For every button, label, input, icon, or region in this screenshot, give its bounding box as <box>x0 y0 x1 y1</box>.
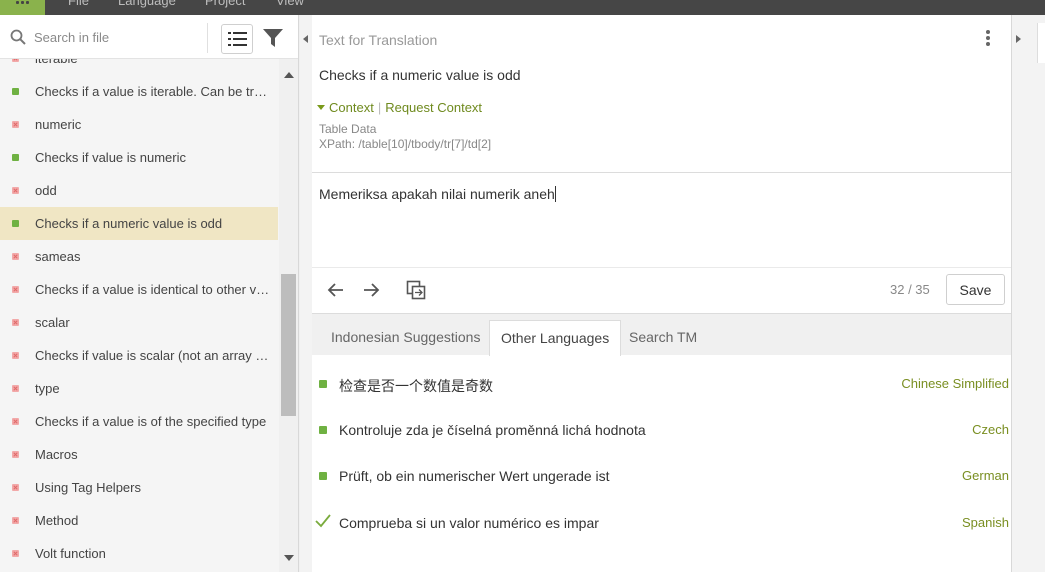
context-type: Table Data <box>319 122 377 136</box>
untranslated-icon <box>12 550 19 557</box>
translation-input[interactable]: Memeriksa apakah nilai numerik aneh <box>319 186 556 202</box>
untranslated-icon <box>12 418 19 425</box>
string-counter: 32 / 35 <box>890 282 930 297</box>
caret-right-icon <box>1016 35 1021 43</box>
context-toggle[interactable]: Context <box>329 100 374 115</box>
untranslated-icon <box>12 484 19 491</box>
untranslated-icon <box>12 385 19 392</box>
context-details: Table Data XPath: /table[10]/tbody/tr[7]… <box>319 122 491 152</box>
untranslated-icon <box>12 121 19 128</box>
list-item[interactable]: iterable <box>0 59 278 75</box>
arrow-left-icon[interactable] <box>326 280 346 300</box>
suggestion-item[interactable]: 检查是否一个数值是奇数 Chinese Simplified <box>312 363 1011 409</box>
grid-icon <box>15 0 29 5</box>
search-input[interactable] <box>34 27 204 47</box>
list-item[interactable]: Checks if a value is iterable. Can be tr… <box>0 75 278 108</box>
list-item[interactable]: Checks if a value is of the specified ty… <box>0 405 278 438</box>
suggestion-item[interactable]: Prüft, ob ein numerischer Wert ungerade … <box>312 455 1011 501</box>
scroll-down-icon[interactable] <box>284 555 294 561</box>
caret-down-icon[interactable] <box>317 105 325 110</box>
list-item[interactable]: scalar <box>0 306 278 339</box>
sidebar-scrollbar[interactable] <box>279 59 298 572</box>
request-context-link[interactable]: Request Context <box>385 100 482 115</box>
pipe-separator: | <box>377 100 382 115</box>
text-cursor <box>554 186 556 202</box>
untranslated-icon <box>12 59 19 62</box>
divider <box>312 172 1011 173</box>
list-item[interactable]: Method <box>0 504 278 537</box>
right-panel-card <box>1037 23 1045 63</box>
checkmark-icon <box>315 514 331 528</box>
top-menubar: File Language Project View <box>0 0 1045 15</box>
search-bar <box>0 15 298 59</box>
list-view-button[interactable] <box>221 24 253 54</box>
source-header: Text for Translation <box>319 32 438 48</box>
tab-search-tm[interactable]: Search TM <box>618 320 708 356</box>
translated-icon <box>12 154 19 161</box>
list-item[interactable]: numeric <box>0 108 278 141</box>
untranslated-icon <box>12 319 19 326</box>
filter-icon[interactable] <box>262 27 284 49</box>
apps-grid-button[interactable] <box>0 0 45 15</box>
translated-icon <box>12 220 19 227</box>
string-list: iterable Checks if a value is iterable. … <box>0 59 278 572</box>
list-item[interactable]: Checks if a value is identical to other … <box>0 273 278 306</box>
copy-source-icon[interactable] <box>406 280 426 300</box>
menu-project[interactable]: Project <box>205 0 245 8</box>
list-item[interactable]: odd <box>0 174 278 207</box>
translated-icon <box>319 380 327 388</box>
untranslated-icon <box>12 187 19 194</box>
tab-indonesian-suggestions[interactable]: Indonesian Suggestions <box>320 320 491 356</box>
suggestion-item[interactable]: Comprueba si un valor numérico es impar … <box>312 502 1011 548</box>
strings-sidebar: iterable Checks if a value is iterable. … <box>0 15 299 572</box>
divider <box>312 267 1011 268</box>
menu-view[interactable]: View <box>276 0 304 8</box>
translation-text: Memeriksa apakah nilai numerik aneh <box>319 186 555 202</box>
list-item[interactable]: Volt function <box>0 537 278 570</box>
more-options-icon[interactable] <box>984 30 992 48</box>
list-item[interactable]: Checks if value is numeric <box>0 141 278 174</box>
translated-icon <box>12 88 19 95</box>
untranslated-icon <box>12 286 19 293</box>
untranslated-icon <box>12 352 19 359</box>
suggestion-item[interactable]: Kontroluje zda je číselná proměnná lichá… <box>312 409 1011 455</box>
suggestion-tabs: Indonesian Suggestions Other Languages S… <box>312 313 1011 356</box>
untranslated-icon <box>12 517 19 524</box>
caret-left-icon <box>303 35 308 43</box>
context-xpath: XPath: /table[10]/tbody/tr[7]/td[2] <box>319 137 492 151</box>
translation-editor: Text for Translation Checks if a numeric… <box>312 15 1011 572</box>
list-icon <box>228 32 247 46</box>
search-icon <box>10 29 26 45</box>
menu-file[interactable]: File <box>68 0 89 8</box>
translated-icon <box>319 426 327 434</box>
list-item-selected[interactable]: Checks if a numeric value is odd <box>0 207 278 240</box>
list-item[interactable]: type <box>0 372 278 405</box>
list-item[interactable]: Macros <box>0 438 278 471</box>
context-row: Context | Request Context <box>317 100 482 115</box>
collapse-right-panel-button[interactable] <box>1011 15 1023 572</box>
untranslated-icon <box>12 253 19 260</box>
save-button[interactable]: Save <box>946 274 1005 305</box>
scrollbar-thumb[interactable] <box>281 274 296 416</box>
menu-language[interactable]: Language <box>118 0 176 8</box>
arrow-right-icon[interactable] <box>361 280 381 300</box>
list-item[interactable]: sameas <box>0 240 278 273</box>
list-item[interactable]: Using Tag Helpers <box>0 471 278 504</box>
scroll-up-icon[interactable] <box>284 72 294 78</box>
translated-icon <box>319 472 327 480</box>
source-text: Checks if a numeric value is odd <box>319 67 521 83</box>
divider <box>207 23 208 53</box>
right-panel <box>1023 15 1045 572</box>
collapse-left-panel-button[interactable] <box>300 15 312 572</box>
tab-other-languages[interactable]: Other Languages <box>489 320 622 356</box>
untranslated-icon <box>12 451 19 458</box>
list-item[interactable]: Checks if value is scalar (not an array … <box>0 339 278 372</box>
